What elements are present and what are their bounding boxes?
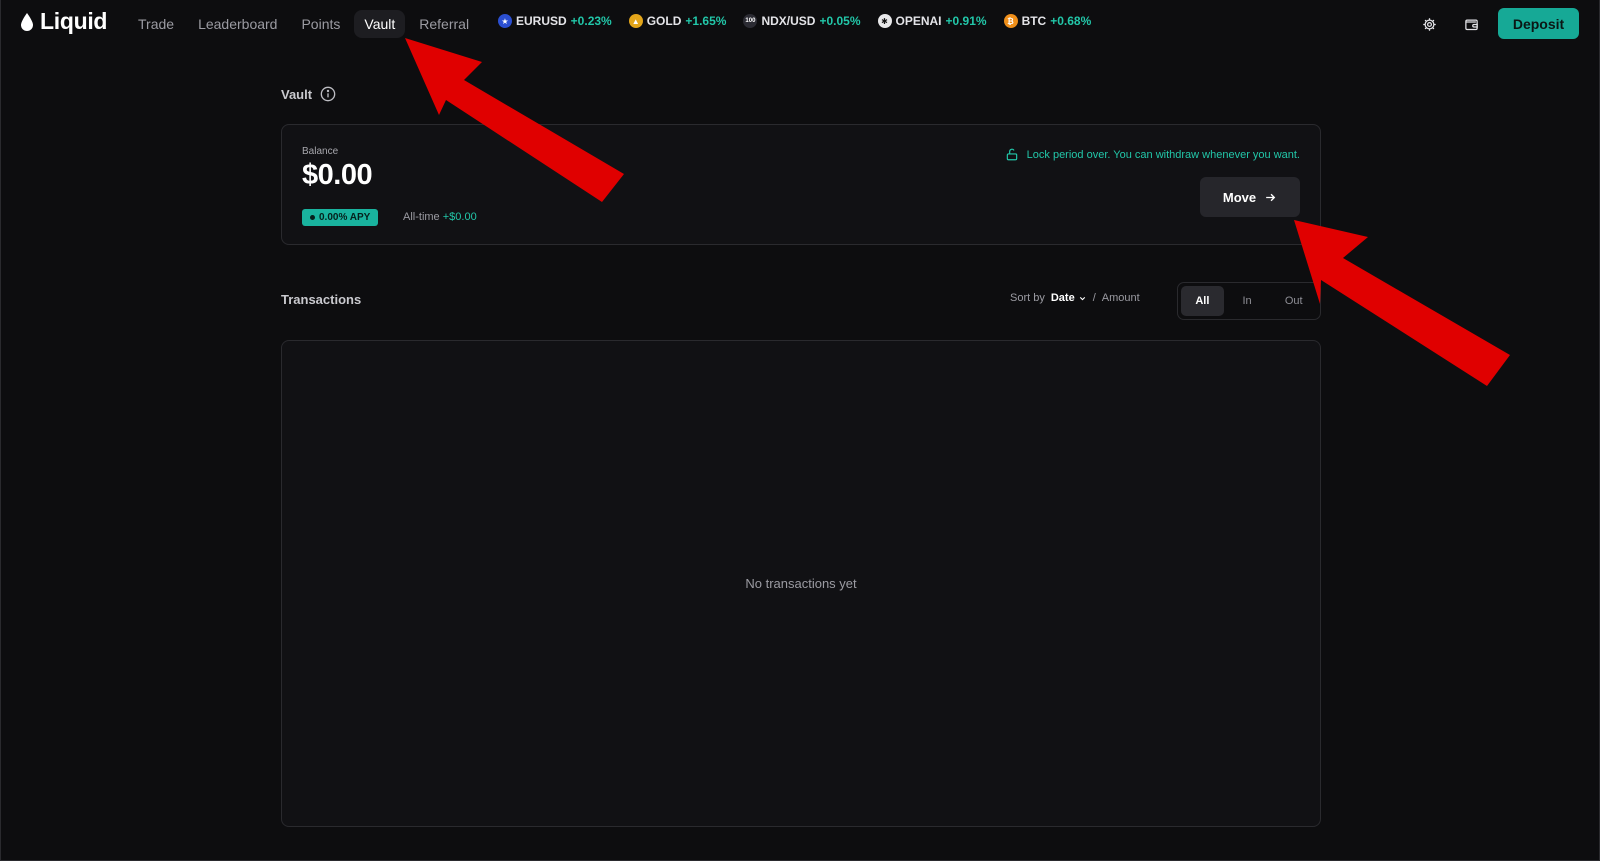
sort-date[interactable]: Date	[1051, 292, 1087, 304]
ticker-symbol: OPENAI	[895, 14, 942, 28]
eu-flag-icon: ★	[498, 14, 512, 28]
wallet-button[interactable]	[1461, 14, 1481, 34]
transactions-title: Transactions	[281, 292, 362, 307]
wallet-icon	[1464, 19, 1478, 30]
lock-message: Lock period over. You can withdraw whene…	[1026, 148, 1300, 161]
nav-referral[interactable]: Referral	[409, 10, 479, 38]
ticker-symbol: BTC	[1021, 14, 1047, 28]
ticker-change: +0.91%	[945, 14, 987, 28]
move-button[interactable]: Move	[1200, 177, 1300, 217]
top-bar: Liquid Trade Leaderboard Points Vault Re…	[0, 0, 1600, 48]
ticker-symbol: EURUSD	[516, 14, 567, 28]
apy-value: 0.00% APY	[319, 212, 371, 223]
ticker-eurusd[interactable]: ★ EURUSD +0.23%	[498, 14, 612, 28]
filter-in[interactable]: In	[1226, 286, 1269, 316]
nav-leaderboard[interactable]: Leaderboard	[188, 10, 287, 38]
alltime-label: All-time	[403, 211, 440, 223]
arrow-right-icon	[1266, 193, 1276, 201]
filter-out[interactable]: Out	[1270, 286, 1317, 316]
alltime-earnings: All-time +$0.00	[403, 211, 477, 223]
settings-button[interactable]	[1419, 14, 1439, 34]
ticker-btc[interactable]: ₿ BTC +0.68%	[1003, 14, 1092, 28]
ndx-icon: 100	[743, 14, 758, 28]
annotation-arrow-move	[1294, 220, 1510, 386]
status-dot-icon	[310, 215, 315, 220]
info-icon[interactable]	[320, 86, 336, 102]
openai-icon: ✱	[877, 14, 892, 28]
ticker-gold[interactable]: ▲ GOLD +1.65%	[628, 14, 727, 28]
transactions-list: No transactions yet	[281, 340, 1321, 827]
app-logo[interactable]: Liquid	[20, 8, 107, 35]
unlock-icon	[1006, 148, 1017, 161]
filter-all[interactable]: All	[1181, 286, 1224, 316]
droplet-icon	[21, 12, 33, 31]
ticker-symbol: NDX/USD	[761, 14, 816, 28]
nav-trade[interactable]: Trade	[128, 10, 184, 38]
ticker-change: +1.65%	[685, 14, 727, 28]
alltime-value: +$0.00	[442, 211, 477, 223]
sort-controls: Sort by Date / Amount	[1010, 292, 1140, 304]
lock-status: Lock period over. You can withdraw whene…	[1005, 147, 1300, 162]
main-nav: Trade Leaderboard Points Vault Referral	[128, 10, 479, 38]
balance-label: Balance	[302, 146, 339, 157]
page-title: Vault	[281, 86, 313, 102]
balance-value: $0.00	[302, 159, 373, 191]
apy-badge: 0.00% APY	[302, 209, 379, 226]
sort-date-label: Date	[1050, 292, 1075, 304]
nav-points[interactable]: Points	[291, 10, 350, 38]
chevron-down-icon	[1079, 296, 1085, 300]
direction-filter: All In Out	[1177, 282, 1321, 320]
move-label: Move	[1222, 189, 1257, 205]
sort-by-label: Sort by	[1010, 292, 1045, 304]
nav-vault[interactable]: Vault	[354, 10, 406, 38]
ticker-symbol: GOLD	[646, 14, 682, 28]
ticker-change: +0.05%	[819, 14, 861, 28]
vault-header: Vault	[281, 86, 336, 102]
gear-icon	[1422, 17, 1436, 31]
balance-card: Balance $0.00 0.00% APY All-time +$0.00 …	[281, 124, 1321, 245]
ticker-change: +0.68%	[1050, 14, 1092, 28]
sort-amount[interactable]: Amount	[1102, 292, 1140, 304]
deposit-button[interactable]: Deposit	[1498, 8, 1579, 39]
ticker-strip: ★ EURUSD +0.23% ▲ GOLD +1.65% 100 NDX/US…	[498, 14, 1091, 28]
ticker-ndxusd[interactable]: 100 NDX/USD +0.05%	[743, 14, 861, 28]
sort-separator: /	[1092, 292, 1096, 304]
app-name: Liquid	[40, 8, 108, 34]
ticker-change: +0.23%	[570, 14, 612, 28]
gold-icon: ▲	[628, 14, 643, 28]
ticker-openai[interactable]: ✱ OPENAI +0.91%	[877, 14, 987, 28]
empty-state: No transactions yet	[745, 576, 857, 591]
bitcoin-icon: ₿	[1003, 14, 1018, 28]
